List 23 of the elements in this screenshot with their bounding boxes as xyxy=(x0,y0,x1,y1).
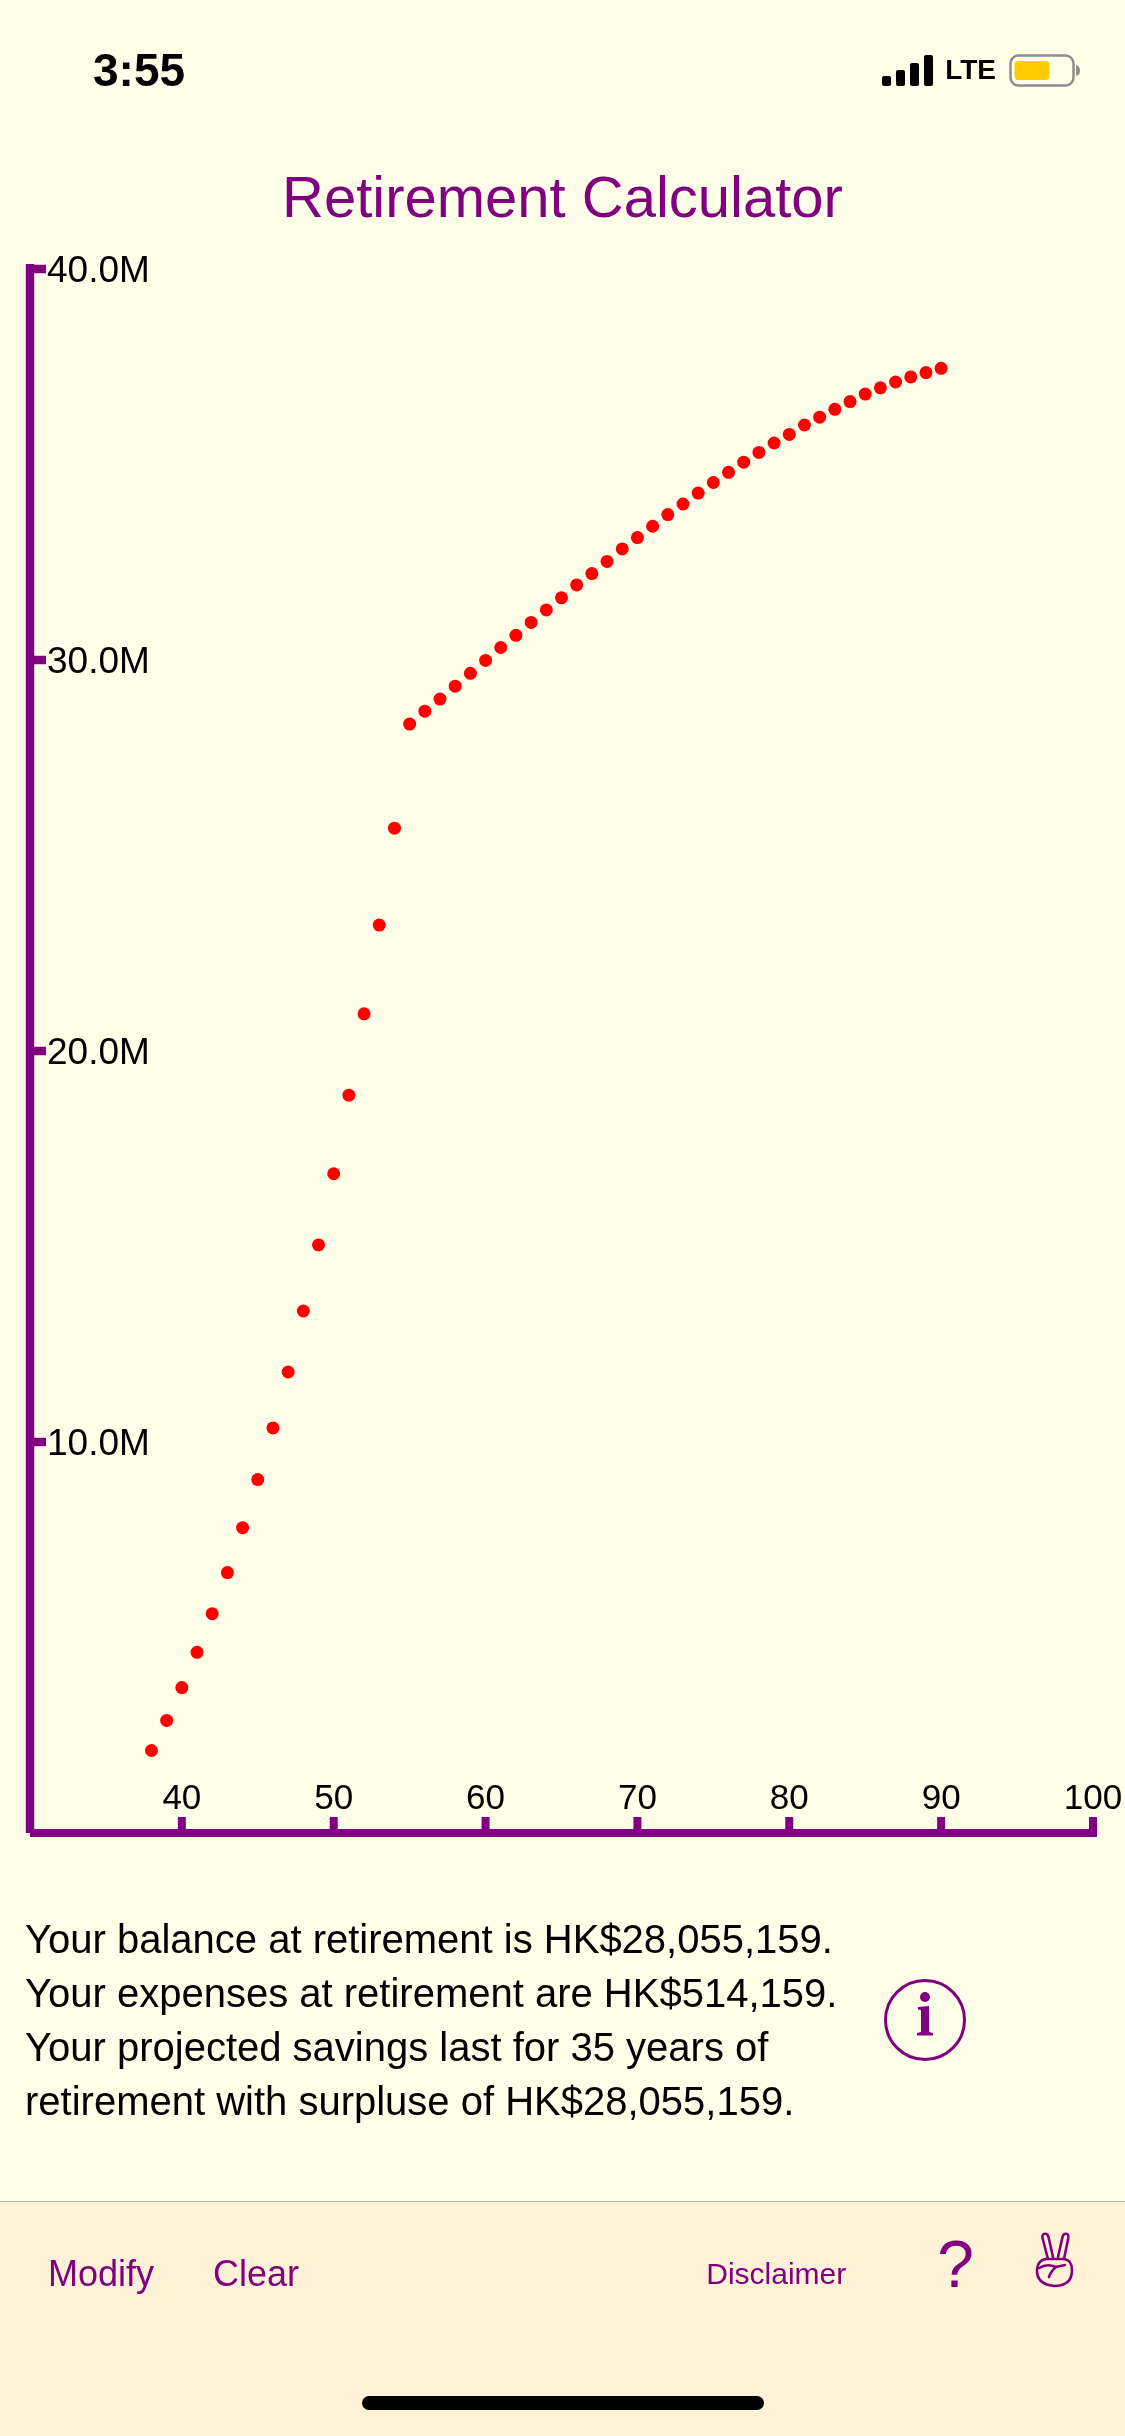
x-tick-label: 90 xyxy=(921,1776,961,1816)
battery-icon xyxy=(1009,53,1080,87)
info-icon[interactable] xyxy=(884,1979,966,2061)
toolbar-button[interactable]: Modify xyxy=(48,2256,155,2292)
summary-text: Your balance at retirement is HK$28,055,159. Your expenses at retirement are HK$514,159. Your projected savings last for 35 years of retirement with surpluse of HK$28,055,159. xyxy=(25,1916,839,2125)
x-tick-label: 80 xyxy=(769,1776,809,1816)
x-tick-label: 50 xyxy=(314,1776,354,1816)
x-tick-label: 60 xyxy=(466,1776,506,1816)
toolbar-button[interactable]: Clear xyxy=(213,2256,300,2292)
peace-hand-icon[interactable] xyxy=(1034,2232,1076,2288)
y-tick-label: 20.0M xyxy=(47,1030,150,1072)
status-time: 3:55 xyxy=(93,47,186,93)
y-tick-label: 30.0M xyxy=(47,639,150,681)
y-tick-label: 10.0M xyxy=(47,1421,150,1463)
x-tick-label: 100 xyxy=(1063,1776,1123,1816)
network-type-label: LTE xyxy=(945,56,996,84)
help-button[interactable]: ? xyxy=(937,2231,974,2297)
x-tick-label: 70 xyxy=(617,1776,657,1816)
disclaimer-link[interactable]: Disclaimer xyxy=(706,2259,847,2289)
y-tick-label: 40.0M xyxy=(47,254,150,290)
x-tick-label: 40 xyxy=(162,1776,202,1816)
signal-icon xyxy=(882,54,934,86)
screen-title: Retirement Calculator xyxy=(282,168,843,226)
